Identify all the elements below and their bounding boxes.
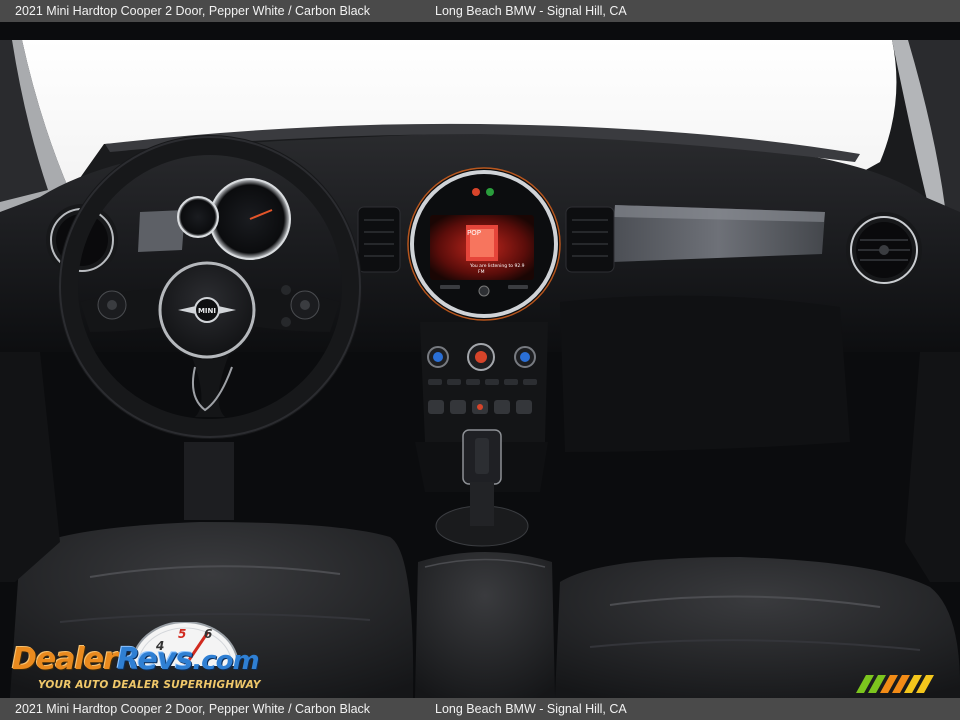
screen-badge: POP bbox=[467, 229, 481, 237]
watermark-brand-dealer: Dealer bbox=[12, 642, 118, 677]
dealerrevs-watermark: 4 5 6 DealerRevs.com YOUR AUTO DEALER SU… bbox=[8, 622, 270, 694]
caption-vehicle-bottom: 2021 Mini Hardtop Cooper 2 Door, Pepper … bbox=[15, 702, 371, 716]
mini-badge: MINI bbox=[198, 307, 216, 315]
watermark-brand-revs: Revs bbox=[116, 642, 193, 677]
gauge-digit-3: 6 bbox=[204, 627, 212, 641]
caption-dealer-bottom: Long Beach BMW - Signal Hill, CA bbox=[435, 702, 627, 716]
screen-line-1: You are listening to 92.9 bbox=[469, 263, 525, 269]
watermark-tagline: YOUR AUTO DEALER SUPERHIGHWAY bbox=[38, 679, 261, 691]
gauge-digit-2: 5 bbox=[178, 627, 186, 641]
interior-photo: POP You are listening to 92.9 FM MINI bbox=[0, 22, 960, 698]
caption-dealer: Long Beach BMW - Signal Hill, CA bbox=[435, 4, 627, 18]
watermark-brand-dotcom: .com bbox=[192, 646, 259, 676]
caption-bar-top: 2021 Mini Hardtop Cooper 2 Door, Pepper … bbox=[0, 0, 960, 22]
caption-vehicle: 2021 Mini Hardtop Cooper 2 Door, Pepper … bbox=[15, 4, 371, 18]
stripes-logo-icon bbox=[856, 675, 934, 693]
screen-line-2: FM bbox=[478, 269, 485, 275]
caption-bar-bottom: 2021 Mini Hardtop Cooper 2 Door, Pepper … bbox=[0, 698, 960, 720]
watermark-brand: DealerRevs.com bbox=[12, 642, 260, 677]
